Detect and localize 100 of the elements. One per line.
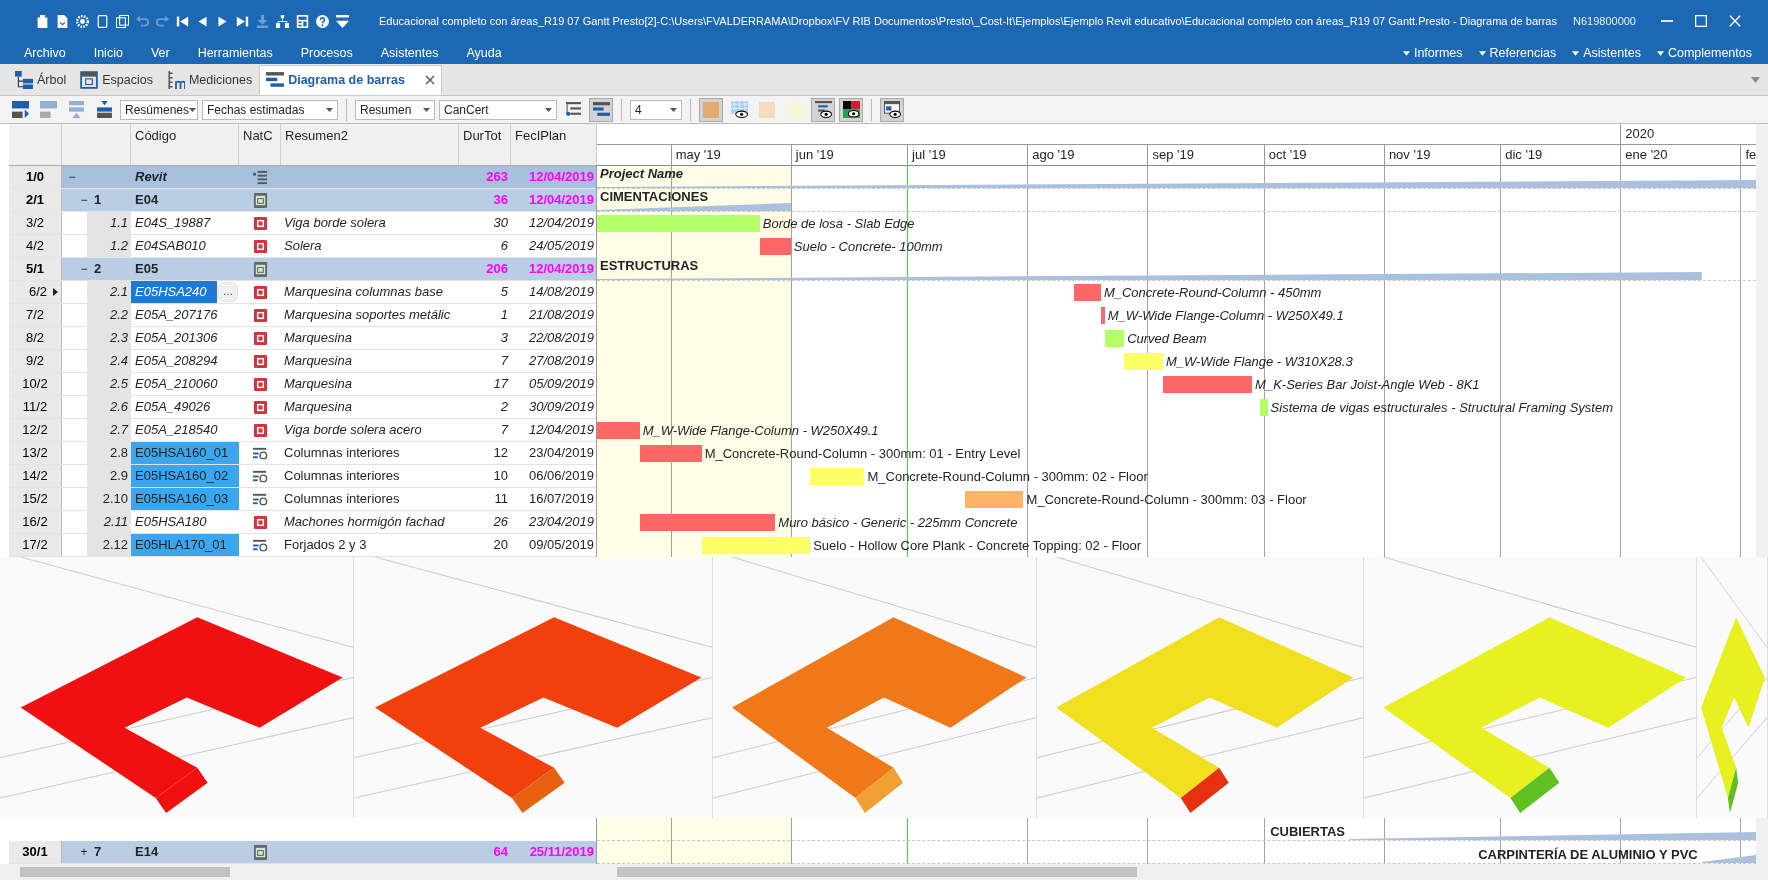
scrollbar-thumb[interactable] [617, 867, 1137, 877]
row-header[interactable]: 15/2 [9, 488, 62, 510]
code-cell-text: Revit [134, 168, 169, 186]
outline-number: 2.11 [87, 511, 131, 533]
row-header[interactable]: 6/2 [9, 281, 62, 303]
outline-number: 2 [94, 260, 102, 278]
row-header[interactable]: 12/2 [9, 419, 62, 441]
bar-label: Muro básico - Generic - 225mm Concrete [777, 514, 1018, 532]
close-icon[interactable] [424, 75, 435, 85]
duration: 2 [500, 399, 508, 414]
column-header[interactable]: Código [135, 128, 177, 143]
code-cell-text: E05A_207176 [134, 306, 219, 324]
code-cell-text: E05A_208294 [134, 352, 219, 370]
previous-icon[interactable] [196, 14, 209, 28]
gantt-bar[interactable] [1162, 376, 1253, 393]
expand-toggle[interactable]: − [78, 263, 90, 275]
dropdown[interactable]: 4 [630, 99, 682, 120]
tablet-icon[interactable] [96, 14, 109, 28]
menu-item[interactable]: Ayuda [452, 42, 516, 64]
document-icon[interactable] [56, 14, 69, 28]
hierarchy-icon[interactable] [276, 14, 289, 28]
row-header[interactable]: 1/0 [9, 166, 62, 188]
calculator-icon[interactable] [296, 14, 309, 28]
row-header[interactable]: 11/2 [9, 396, 62, 418]
element-icon [252, 307, 268, 323]
toolbar-button[interactable] [839, 97, 863, 122]
tab[interactable]: Mediciones [159, 65, 260, 95]
dropdown[interactable]: CanCert [439, 99, 557, 120]
outline-number: 1.1 [87, 212, 131, 234]
column-header[interactable]: DurTot [463, 128, 502, 143]
row-header[interactable]: 2/1 [9, 189, 62, 211]
row-header[interactable]: 13/2 [9, 442, 62, 464]
code-cell-text: E04SAB010 [134, 237, 207, 255]
clipboard-icon[interactable] [36, 14, 49, 28]
menu-item[interactable]: Asistentes [1572, 43, 1641, 63]
row-header[interactable]: 8/2 [9, 327, 62, 349]
caret-icon [545, 107, 552, 112]
ellipsis-button[interactable]: … [218, 282, 238, 302]
row-header[interactable]: 5/1 [9, 258, 62, 280]
duration: 30 [493, 215, 508, 230]
copy-icon[interactable] [116, 14, 129, 28]
row-header[interactable]: 10/2 [9, 373, 62, 395]
composite-icon [252, 491, 268, 507]
toolbar-button[interactable] [880, 97, 904, 122]
next-icon[interactable] [216, 14, 229, 28]
summary-text: Marquesina soportes metálic [284, 307, 451, 322]
row-header[interactable]: 3/2 [9, 212, 62, 234]
date-text: 16/07/2019 [528, 491, 594, 506]
row-header[interactable]: 14/2 [9, 465, 62, 487]
last-icon[interactable] [236, 14, 249, 28]
row-header[interactable]: 17/2 [9, 534, 62, 556]
gantt-bar[interactable] [1100, 307, 1105, 324]
tab[interactable]: Diagrama de barras [259, 65, 442, 95]
menu-item[interactable]: Informes [1402, 43, 1463, 63]
chapter-icon [252, 844, 268, 860]
scrollbar-thumb[interactable] [20, 867, 230, 877]
toolbar-button[interactable] [589, 97, 613, 122]
dropdown[interactable]: Resumen [355, 99, 435, 120]
outline-number: 2.10 [87, 488, 131, 510]
menu-item[interactable]: Asistentes [366, 42, 453, 64]
gantt-bar[interactable] [759, 238, 791, 255]
help-icon[interactable] [316, 14, 329, 28]
duration: 1 [500, 307, 508, 322]
duration: 3 [500, 330, 508, 345]
menu-item[interactable]: Herramientas [183, 42, 287, 64]
caret-icon [670, 107, 677, 112]
expand-toggle[interactable]: − [66, 171, 78, 183]
caret-icon [1656, 50, 1664, 56]
row-header[interactable]: 7/2 [9, 304, 62, 326]
tab[interactable]: Espacios [73, 65, 160, 95]
gear-icon[interactable] [76, 14, 89, 28]
menu-item[interactable]: Procesos [286, 42, 367, 64]
code-cell-text: E14 [134, 843, 160, 861]
customize-caret-icon[interactable] [336, 14, 349, 28]
row-header[interactable]: 9/2 [9, 350, 62, 372]
delete-row-icon [39, 101, 57, 118]
toolbar-button[interactable] [811, 97, 835, 122]
row-header[interactable]: 30/1 [9, 841, 62, 863]
expand-toggle[interactable]: − [78, 194, 90, 206]
expand-toggle[interactable]: + [78, 846, 90, 858]
dropdown[interactable]: Fechas estimadas [202, 99, 338, 120]
tab[interactable]: Árbol [8, 65, 74, 95]
menu-item[interactable]: Inicio [79, 42, 137, 64]
dropdown[interactable]: Resúmenes [120, 99, 198, 120]
menu-item[interactable]: Complementos [1656, 43, 1752, 63]
menu-item[interactable]: Ver [136, 42, 184, 64]
row-header[interactable]: 4/2 [9, 235, 62, 257]
duration: 7 [500, 353, 508, 368]
first-icon[interactable] [176, 14, 189, 28]
column-header[interactable]: Resumen2 [285, 128, 348, 143]
selected-code-cell[interactable]: E05HSA240 [131, 281, 217, 303]
column-header[interactable]: NatC [243, 128, 273, 143]
menu-item[interactable]: Referencias [1478, 43, 1557, 63]
gantt-bar[interactable] [1073, 284, 1101, 301]
column-header[interactable]: FecIPlan [515, 128, 567, 143]
menu-item[interactable]: Archivo [16, 42, 80, 64]
overflow-caret-icon[interactable] [1751, 77, 1760, 83]
code-cell: E05HSA160_03 [131, 488, 239, 510]
row-header[interactable]: 16/2 [9, 511, 62, 533]
caret-icon [189, 107, 197, 112]
